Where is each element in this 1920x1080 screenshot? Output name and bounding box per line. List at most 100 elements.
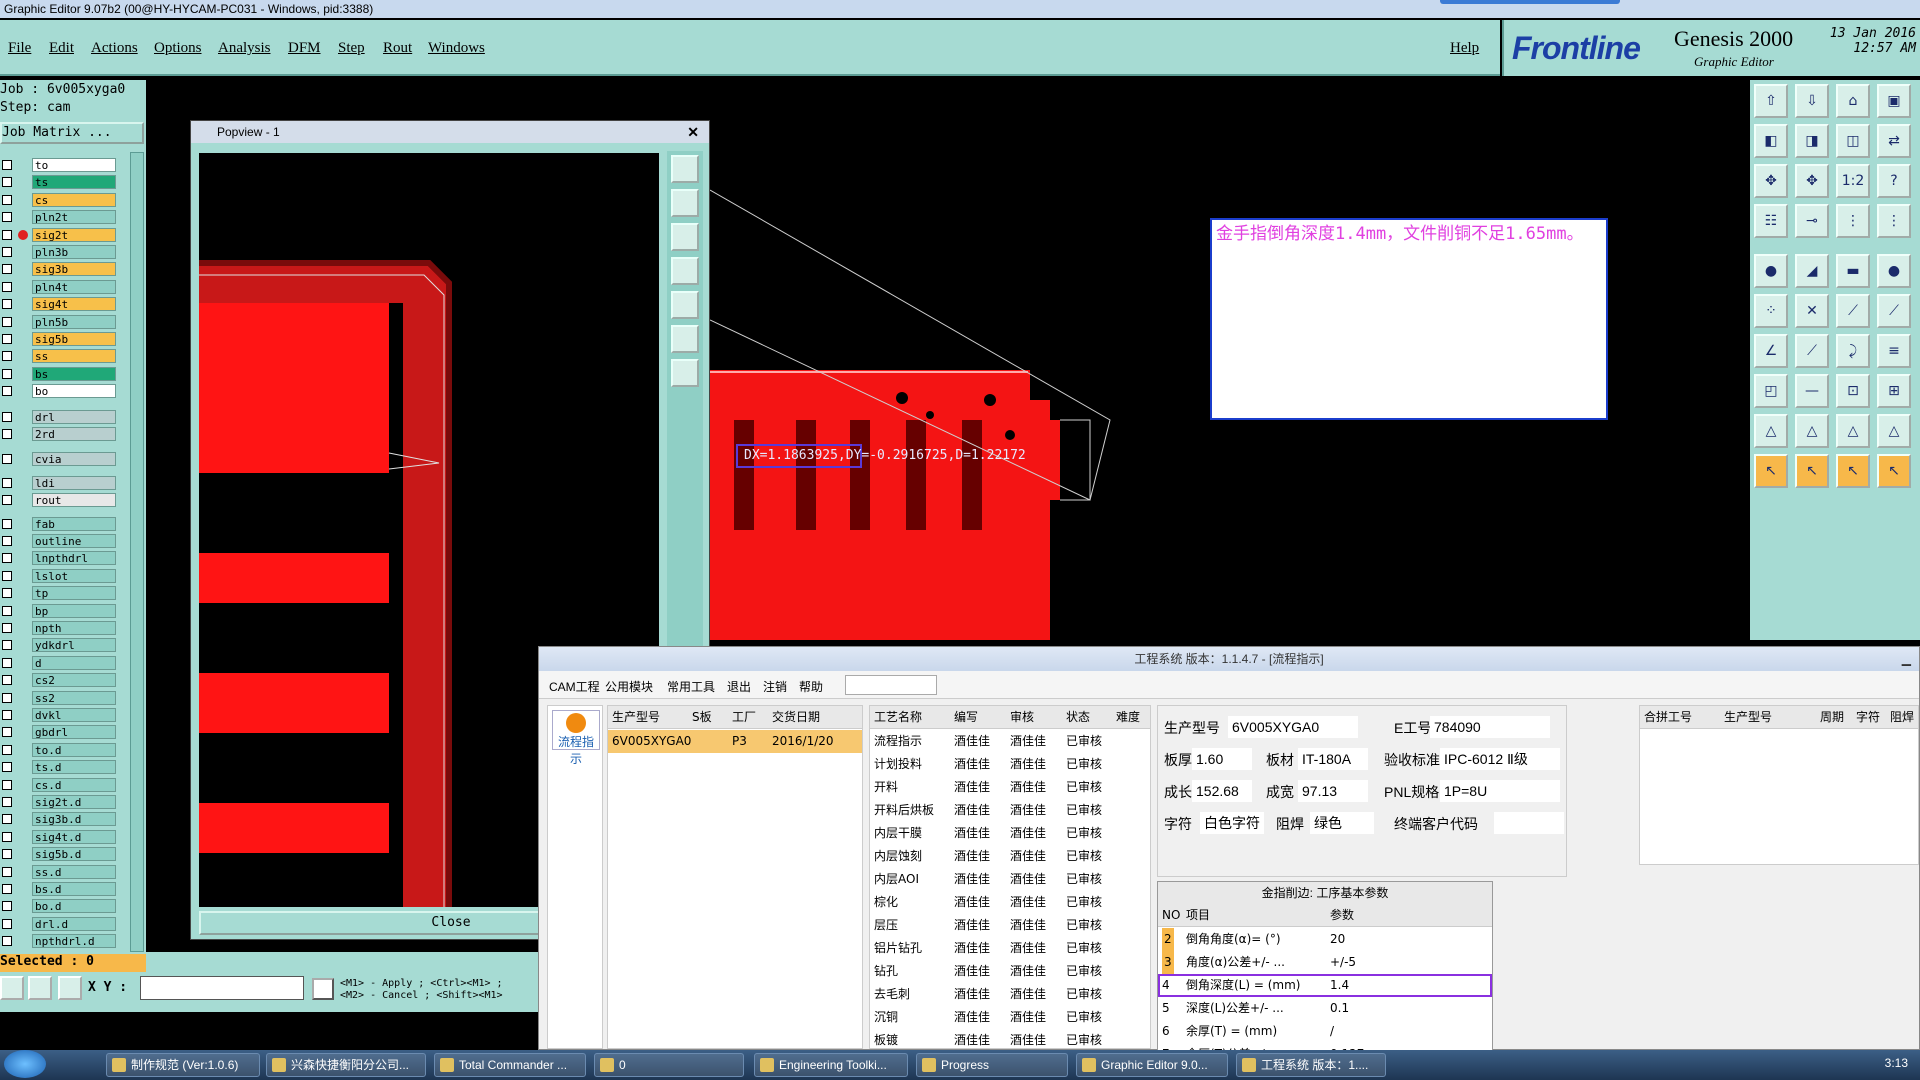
- tool-36-icon[interactable]: △: [1877, 414, 1911, 448]
- menu-edit[interactable]: Edit: [49, 40, 74, 57]
- layer-checkbox[interactable]: [2, 901, 12, 912]
- layer-row[interactable]: pln3b: [0, 245, 118, 259]
- tool-15-icon[interactable]: ⋮: [1836, 204, 1870, 238]
- layer-row[interactable]: sig2t.d: [0, 795, 118, 809]
- table-row[interactable]: 内层AOI 酒佳佳 酒佳佳 已审核: [870, 868, 1150, 891]
- layer-checkbox[interactable]: [2, 588, 12, 599]
- tool-5-icon[interactable]: ◧: [1754, 124, 1788, 158]
- layer-checkbox[interactable]: [2, 351, 12, 362]
- layer-row[interactable]: sig4t: [0, 297, 118, 312]
- menu-rout[interactable]: Rout: [383, 40, 412, 57]
- layer-checkbox[interactable]: [2, 623, 12, 633]
- layer-row[interactable]: npth: [0, 621, 118, 635]
- table-row[interactable]: 2 倒角角度(α)= (°) 20: [1158, 928, 1492, 951]
- table-row[interactable]: 板镀 酒佳佳 酒佳佳 已审核: [870, 1029, 1150, 1052]
- tool-39-icon[interactable]: ↖: [1836, 454, 1870, 488]
- tool-24-icon[interactable]: ⟋: [1877, 294, 1911, 328]
- layer-checkbox[interactable]: [2, 727, 12, 738]
- table-row[interactable]: 5 深度(L)公差+/- ... 0.1: [1158, 997, 1492, 1020]
- layer-row[interactable]: sig4t.d: [0, 829, 118, 844]
- eng-menu-public[interactable]: 公用模块: [605, 678, 653, 695]
- tool-1-icon[interactable]: ⇧: [1754, 84, 1788, 118]
- layer-checkbox[interactable]: [2, 281, 12, 292]
- tool-29-icon[interactable]: ◰: [1754, 374, 1788, 408]
- taskbar-item[interactable]: 0: [594, 1053, 744, 1077]
- tool-9-icon[interactable]: ✥: [1754, 164, 1788, 198]
- layer-row[interactable]: sig3b: [0, 262, 118, 277]
- column-header[interactable]: 审核: [1010, 706, 1034, 729]
- table-row[interactable]: 开料 酒佳佳 酒佳佳 已审核: [870, 776, 1150, 799]
- layer-row[interactable]: cs2: [0, 673, 118, 688]
- table-row[interactable]: 内层蚀刻 酒佳佳 酒佳佳 已审核: [870, 845, 1150, 868]
- layer-row[interactable]: sig2t: [0, 227, 118, 242]
- table-row[interactable]: 层压 酒佳佳 酒佳佳 已审核: [870, 914, 1150, 937]
- layer-checkbox[interactable]: [2, 831, 12, 842]
- layer-row[interactable]: ts: [0, 175, 118, 190]
- menu-actions[interactable]: Actions: [91, 40, 138, 57]
- tool-7-icon[interactable]: ◫: [1836, 124, 1870, 158]
- layer-row[interactable]: pln5b: [0, 314, 118, 329]
- layer-checkbox[interactable]: [2, 640, 12, 651]
- tool-22-icon[interactable]: ✕: [1795, 294, 1829, 328]
- layer-checkbox[interactable]: [2, 536, 12, 546]
- column-header[interactable]: S板: [692, 706, 712, 729]
- tool-11-icon[interactable]: 1:2: [1836, 164, 1870, 198]
- layer-row[interactable]: ss.d: [0, 864, 118, 879]
- menu-help[interactable]: Help: [1450, 40, 1479, 57]
- layer-row[interactable]: sig5b.d: [0, 847, 118, 862]
- eng-menu-cam[interactable]: CAM工程: [549, 678, 600, 695]
- popview-tool-3-icon[interactable]: [671, 223, 699, 251]
- tool-17-icon[interactable]: ●: [1754, 254, 1788, 288]
- layer-row[interactable]: lnpthdrl: [0, 551, 118, 566]
- table-row[interactable]: 开料后烘板 酒佳佳 酒佳佳 已审核: [870, 799, 1150, 822]
- layer-checkbox[interactable]: [2, 194, 12, 205]
- layer-checkbox[interactable]: [2, 762, 12, 773]
- tool-4-icon[interactable]: ▣: [1877, 84, 1911, 118]
- layer-checkbox[interactable]: [2, 779, 12, 790]
- column-header[interactable]: 周期: [1820, 706, 1844, 729]
- layer-checkbox[interactable]: [2, 264, 12, 275]
- tool-25-icon[interactable]: ∠: [1754, 334, 1788, 368]
- tool-37-icon[interactable]: ↖: [1754, 454, 1788, 488]
- eng-menu-help[interactable]: 帮助: [799, 678, 823, 695]
- column-header[interactable]: 交货日期: [772, 706, 820, 729]
- layer-checkbox[interactable]: [2, 212, 12, 223]
- layer-row[interactable]: rout: [0, 493, 118, 508]
- layer-row[interactable]: ss2: [0, 690, 118, 705]
- table-row[interactable]: 棕化 酒佳佳 酒佳佳 已审核: [870, 891, 1150, 914]
- column-header[interactable]: 难度: [1116, 706, 1140, 729]
- edit-icon[interactable]: [0, 976, 24, 1000]
- layer-checkbox[interactable]: [2, 710, 12, 720]
- tool-6-icon[interactable]: ◨: [1795, 124, 1829, 158]
- taskbar-item[interactable]: Progress: [916, 1053, 1068, 1077]
- tool-12-icon[interactable]: ?: [1877, 164, 1911, 198]
- layer-checkbox[interactable]: [2, 849, 12, 860]
- layer-checkbox[interactable]: [2, 386, 12, 397]
- flow-button[interactable]: 流程指示: [552, 710, 600, 766]
- menu-file[interactable]: File: [8, 40, 31, 57]
- layer-checkbox[interactable]: [2, 177, 12, 188]
- tool-8-icon[interactable]: ⇄: [1877, 124, 1911, 158]
- layer-checkbox[interactable]: [2, 570, 12, 581]
- info-value[interactable]: 1P=8U: [1440, 780, 1560, 802]
- layer-row[interactable]: to.d: [0, 742, 118, 757]
- layer-checkbox[interactable]: [2, 744, 12, 755]
- menu-step[interactable]: Step: [338, 40, 365, 57]
- tool-31-icon[interactable]: ⊡: [1836, 374, 1870, 408]
- layer-row[interactable]: d: [0, 655, 118, 670]
- info-value[interactable]: IPC-6012 Ⅱ级: [1440, 748, 1560, 770]
- layer-checkbox[interactable]: [2, 247, 12, 257]
- layer-row[interactable]: lslot: [0, 568, 118, 583]
- tool-10-icon[interactable]: ✥: [1795, 164, 1829, 198]
- menu-windows[interactable]: Windows: [428, 40, 485, 57]
- taskbar-item[interactable]: Engineering Toolki...: [754, 1053, 908, 1077]
- taskbar-item[interactable]: Total Commander ...: [434, 1053, 586, 1077]
- table-row[interactable]: 流程指示 酒佳佳 酒佳佳 已审核: [870, 730, 1150, 753]
- tool-2-icon[interactable]: ⇩: [1795, 84, 1829, 118]
- info-value[interactable]: 784090: [1430, 716, 1550, 738]
- column-header[interactable]: 阻焊: [1890, 706, 1914, 729]
- title-drag-handle[interactable]: [1440, 0, 1620, 4]
- tool-28-icon[interactable]: ≡: [1877, 334, 1911, 368]
- layer-row[interactable]: drl: [0, 409, 118, 424]
- popview-tool-1-icon[interactable]: [671, 155, 699, 183]
